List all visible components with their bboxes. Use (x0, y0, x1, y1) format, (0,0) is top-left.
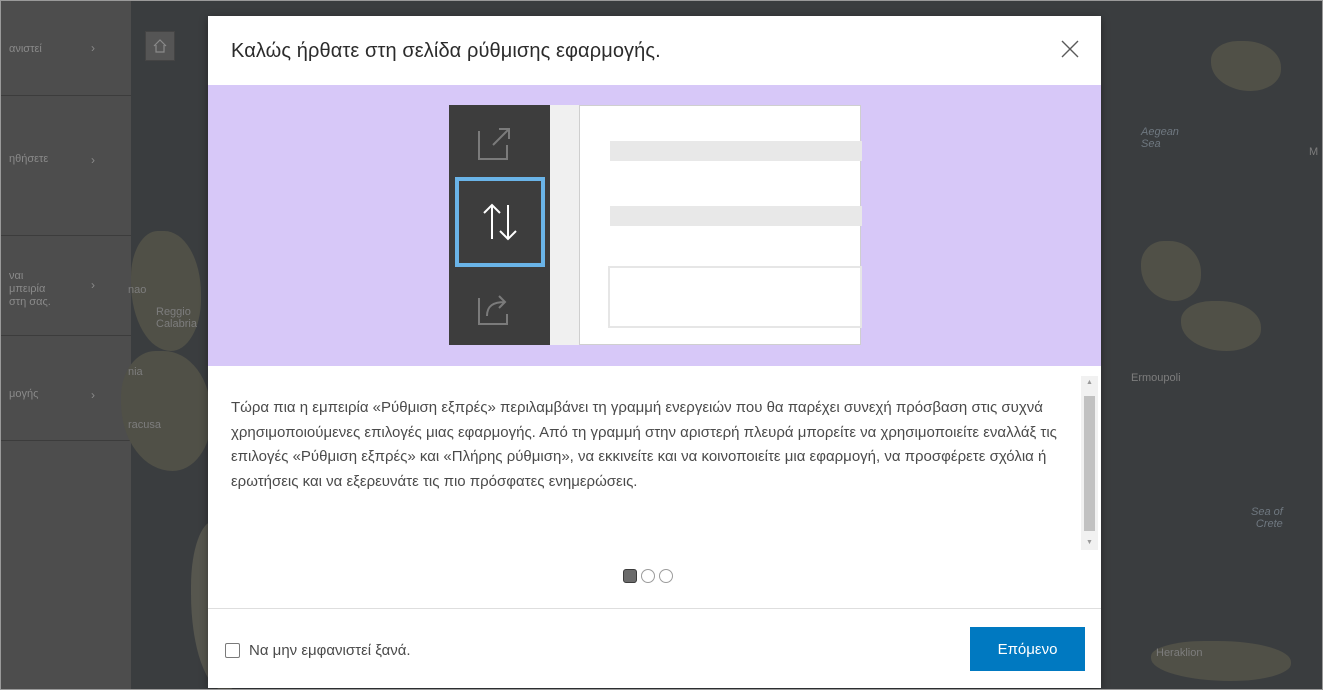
sidebar-item-label: ηθήσετε (9, 153, 49, 165)
scroll-thumb[interactable] (1084, 396, 1095, 531)
sidebar-item-2[interactable]: ηθήσετε › (1, 96, 131, 236)
map-label: Reggio Calabria (156, 306, 197, 330)
sidebar-item-label: μογής (9, 388, 39, 400)
chevron-right-icon: › (91, 278, 95, 292)
map-label: M (1309, 146, 1319, 158)
map-label: Ermoupoli (1131, 372, 1181, 384)
page-indicator (623, 569, 673, 585)
page-dot-1[interactable] (623, 569, 637, 583)
map-label: Aegean Sea (1141, 126, 1179, 150)
home-button[interactable] (145, 31, 175, 61)
chevron-right-icon: › (91, 41, 95, 55)
sidebar-item-3[interactable]: ναι μπειρία στη σας. › (1, 236, 131, 336)
feature-illustration (208, 85, 1101, 366)
map-label: nao (128, 284, 147, 296)
illustration-highlighted-toggle (455, 177, 545, 267)
chevron-right-icon: › (91, 388, 95, 402)
illustration-box (608, 266, 862, 328)
swap-arrows-icon (483, 203, 517, 241)
dialog-description: Τώρα πια η εμπειρία «Ρύθμιση εξπρές» περ… (231, 399, 1057, 490)
dialog-footer: Να μην εμφανιστεί ξανά. Επόμενο (208, 608, 1101, 688)
sidebar-item-label: ναι μπειρία στη σας. (9, 270, 51, 308)
dont-show-again-option[interactable]: Να μην εμφανιστεί ξανά. (225, 642, 411, 659)
app-frame: ανιστεί › ηθήσετε › ναι μπειρία στη σας.… (0, 0, 1323, 690)
launch-icon (478, 128, 510, 160)
map-label: racusa (128, 419, 162, 431)
home-icon (153, 39, 167, 53)
next-button[interactable]: Επόμενο (970, 627, 1085, 671)
sidebar-item-1[interactable]: ανιστεί › (1, 1, 131, 96)
illustration-panel (579, 105, 862, 345)
illustration-line (610, 206, 862, 226)
close-icon (1061, 40, 1079, 58)
scrollbar[interactable]: ▲ ▼ (1081, 376, 1098, 550)
island-shape (1211, 41, 1281, 91)
illustration-divider (550, 105, 579, 345)
map-label: Heraklion (1156, 647, 1203, 659)
close-button[interactable] (1057, 36, 1083, 62)
sidebar-item-4[interactable]: μογής › (1, 336, 131, 441)
sidebar: ανιστεί › ηθήσετε › ναι μπειρία στη σας.… (1, 1, 131, 689)
welcome-dialog: Καλώς ήρθατε στη σελίδα ρύθμισης εφαρμογ… (208, 16, 1101, 688)
illustration-line (610, 141, 862, 161)
dont-show-again-label: Να μην εμφανιστεί ξανά. (249, 642, 411, 659)
scroll-down-icon[interactable]: ▼ (1084, 538, 1095, 548)
island-shape (1141, 241, 1201, 301)
map-label: nia (128, 366, 143, 378)
dialog-body: Τώρα πια η εμπειρία «Ρύθμιση εξπρές» περ… (208, 366, 1101, 561)
island-shape (1181, 301, 1261, 351)
page-dot-2[interactable] (641, 569, 655, 583)
page-dot-3[interactable] (659, 569, 673, 583)
share-icon (478, 295, 508, 325)
dont-show-again-checkbox[interactable] (225, 643, 240, 658)
dialog-header: Καλώς ήρθατε στη σελίδα ρύθμισης εφαρμογ… (208, 16, 1101, 85)
scroll-up-icon[interactable]: ▲ (1084, 378, 1095, 388)
map-label: Sea of Crete (1251, 506, 1283, 530)
dialog-title: Καλώς ήρθατε στη σελίδα ρύθμισης εφαρμογ… (231, 40, 661, 62)
sidebar-item-label: ανιστεί (9, 43, 42, 55)
chevron-right-icon: › (91, 153, 95, 167)
